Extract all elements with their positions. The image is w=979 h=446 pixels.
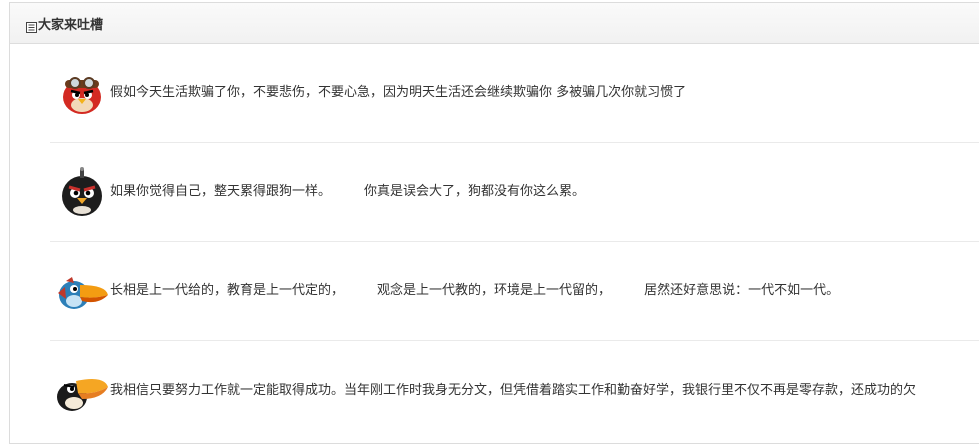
- black-bomb-bird-icon: [54, 164, 110, 220]
- comment-list: 假如今天生活欺骗了你，不要悲伤，不要心急，因为明天生活还会继续欺骗你 多被骗几次…: [50, 44, 979, 440]
- item-text: 我相信只要努力工作就一定能取得成功。当年刚工作时我身无分文，但凭借着踏实工作和勤…: [110, 382, 917, 398]
- list-item: 如果你觉得自己，整天累得跟狗一样。 你真是误会大了，狗都没有你这么累。: [50, 143, 979, 242]
- document-icon: [26, 18, 37, 33]
- panel-header: 大家来吐槽: [10, 3, 979, 44]
- item-text: 如果你觉得自己，整天累得跟狗一样。 你真是误会大了，狗都没有你这么累。: [110, 184, 586, 199]
- orange-beak-toucan-bird-icon: [54, 363, 110, 419]
- list-item: 长相是上一代给的，教育是上一代定的， 观念是上一代教的，环境是上一代留的， 居然…: [50, 242, 979, 341]
- red-angry-bird-aviator-icon: [54, 65, 110, 121]
- item-text: 长相是上一代给的，教育是上一代定的， 观念是上一代教的，环境是上一代留的， 居然…: [110, 283, 840, 298]
- comment-panel: 大家来吐槽 假如今天生活欺骗了你，不要悲伤，不要心急，因为明天生活还会继续欺骗你…: [9, 2, 979, 444]
- list-item: 我相信只要努力工作就一定能取得成功。当年刚工作时我身无分文，但凭借着踏实工作和勤…: [50, 341, 979, 440]
- blue-toucan-bird-icon: [54, 263, 110, 319]
- panel-title: 大家来吐槽: [38, 17, 104, 33]
- item-text: 假如今天生活欺骗了你，不要悲伤，不要心急，因为明天生活还会继续欺骗你 多被骗几次…: [110, 85, 687, 100]
- list-item: 假如今天生活欺骗了你，不要悲伤，不要心急，因为明天生活还会继续欺骗你 多被骗几次…: [50, 44, 979, 143]
